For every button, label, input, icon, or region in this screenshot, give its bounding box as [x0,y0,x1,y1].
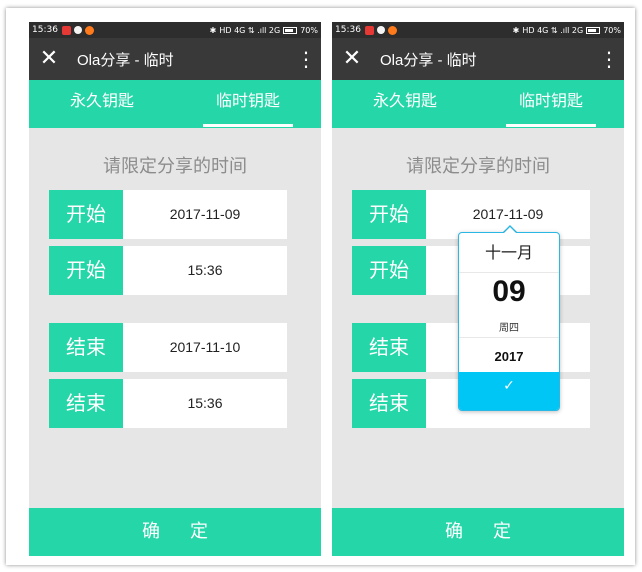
end-date-row[interactable]: 结束 2017-11-10 [49,323,287,372]
phone-screen-right: 15:36 ✱ HD 4G ⇅ .ıll 2G 70% ✕ Ola分享 - 临时… [332,22,624,556]
check-icon: ✓ [503,378,515,394]
more-vert-icon[interactable]: ⋮ [594,47,624,71]
picker-pointer-fill [503,227,517,234]
status-bar: 15:36 ✱ HD 4G ⇅ .ıll 2G 70% [332,22,624,38]
picker-month[interactable]: 十一月 [459,233,559,273]
end-label: 结束 [49,323,123,372]
end-time-row[interactable]: 结束 15:36 [49,379,287,428]
notification-icon [364,25,374,35]
start-label: 开始 [352,190,426,239]
notification-icon [376,26,385,34]
end-date-value[interactable]: 2017-11-10 [123,323,287,372]
confirm-button[interactable]: 确定 [29,508,321,556]
title-bar: ✕ Ola分享 - 临时 ⋮ [332,38,624,80]
screenshot-frame: 15:36 ✱ HD 4G ⇅ .ıll 2G 70% ✕ Ola分享 - 临时… [6,8,635,565]
battery-percent: 70% [300,25,318,35]
phone-screen-left: 15:36 ✱ HD 4G ⇅ .ıll 2G 70% ✕ Ola分享 - 临时… [29,22,321,556]
battery-icon [586,26,601,34]
battery-percent: 70% [603,25,621,35]
close-icon[interactable]: ✕ [332,38,372,80]
end-label: 结束 [49,379,123,428]
picker-weekday: 周四 [499,323,519,334]
page-title: Ola分享 - 临时 [77,51,174,69]
start-label: 开始 [49,246,123,295]
end-time-value[interactable]: 15:36 [123,379,287,428]
title-bar: ✕ Ola分享 - 临时 ⋮ [29,38,321,80]
tab-temporary-key[interactable]: 临时钥匙 [175,80,321,128]
status-bar: 15:36 ✱ HD 4G ⇅ .ıll 2G 70% [29,22,321,38]
tab-permanent-key[interactable]: 永久钥匙 [29,80,175,128]
start-date-row[interactable]: 开始 2017-11-09 [49,190,287,239]
notification-icon [61,25,71,35]
picker-confirm-button[interactable]: ✓ [459,372,559,410]
status-time: 15:36 [32,25,58,35]
key-type-tabs: 永久钥匙 临时钥匙 [29,80,321,128]
date-picker-popup: 十一月 09 周四 2017 ✓ [458,232,560,411]
end-label: 结束 [352,323,426,372]
key-type-tabs: 永久钥匙 临时钥匙 [332,80,624,128]
bluetooth-icon: ✱ [209,25,217,35]
picker-year[interactable]: 2017 [459,337,559,375]
start-date-value[interactable]: 2017-11-09 [123,190,287,239]
close-icon[interactable]: ✕ [29,38,69,80]
picker-day[interactable]: 09 [459,273,559,319]
page-title: Ola分享 - 临时 [380,51,477,69]
signal-text: HD 4G ⇅ .ıll 2G [219,25,281,35]
bluetooth-icon: ✱ [512,25,520,35]
signal-text: HD 4G ⇅ .ıll 2G [522,25,584,35]
notification-icon [387,25,397,35]
time-limit-heading: 请限定分享的时间 [406,156,550,177]
start-time-row[interactable]: 开始 15:36 [49,246,287,295]
tab-permanent-key[interactable]: 永久钥匙 [332,80,478,128]
start-label: 开始 [352,246,426,295]
start-time-value[interactable]: 15:36 [123,246,287,295]
time-limit-heading: 请限定分享的时间 [103,156,247,177]
end-label: 结束 [352,379,426,428]
tab-temporary-key[interactable]: 临时钥匙 [478,80,624,128]
start-label: 开始 [49,190,123,239]
notification-icon [84,25,94,35]
confirm-button[interactable]: 确定 [332,508,624,556]
battery-icon [283,26,298,34]
more-vert-icon[interactable]: ⋮ [291,47,321,71]
status-time: 15:36 [335,25,361,35]
notification-icon [73,26,82,34]
